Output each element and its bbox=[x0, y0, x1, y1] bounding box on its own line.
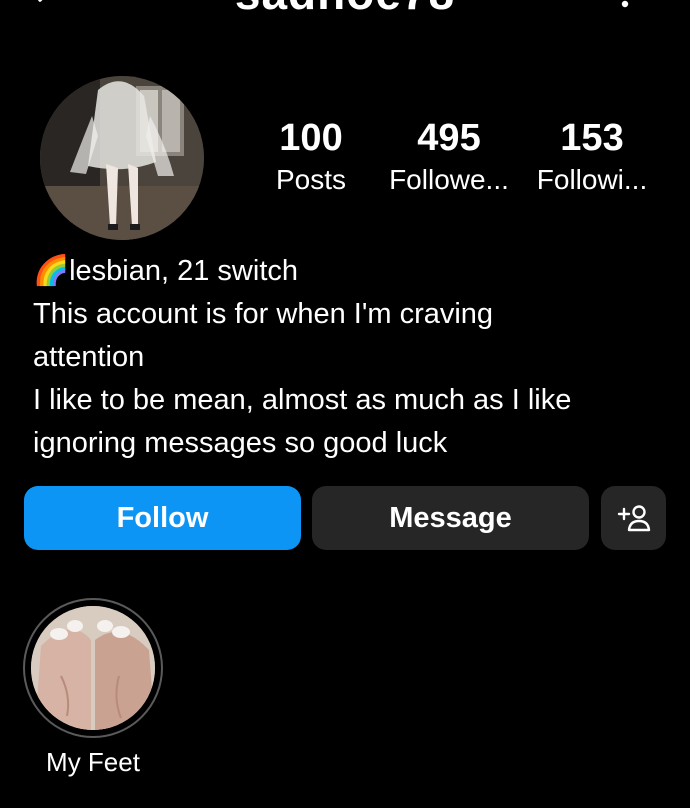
follow-button[interactable]: Follow bbox=[24, 486, 301, 550]
stat-following-label: Followi... bbox=[536, 164, 648, 195]
add-person-icon bbox=[617, 505, 650, 532]
highlight-cover-photo bbox=[31, 606, 155, 730]
stat-followers-label: Followe... bbox=[389, 164, 509, 195]
stat-following[interactable]: 153 Followi... bbox=[522, 116, 662, 200]
stat-followers[interactable]: 495 Followe... bbox=[379, 116, 519, 200]
top-bar: sadnoe78 bbox=[0, 0, 690, 20]
stat-posts[interactable]: 100 Posts bbox=[241, 116, 381, 200]
story-highlight[interactable] bbox=[23, 598, 163, 738]
profile-stats: 100 Posts 495 Followe... 153 Followi... bbox=[262, 116, 662, 212]
message-button[interactable]: Message bbox=[312, 486, 589, 550]
bio-line-5: ignoring messages so good luck bbox=[33, 427, 448, 459]
highlight-cover bbox=[31, 606, 155, 730]
profile-username: sadnoe78 bbox=[0, 0, 690, 16]
stat-followers-count: 495 bbox=[417, 117, 481, 159]
more-vertical-icon[interactable] bbox=[620, 0, 630, 16]
rainbow-emoji: 🌈 bbox=[33, 255, 70, 287]
bio-line-1: 🌈lesbian, 21 switch bbox=[33, 250, 653, 293]
bio-line-2: This account is for when I'm craving bbox=[33, 298, 494, 330]
bio-line-1-text: lesbian, 21 switch bbox=[69, 255, 299, 287]
stat-following-count: 153 bbox=[560, 117, 624, 159]
avatar-photo bbox=[40, 76, 204, 240]
profile-bio: 🌈lesbian, 21 switch This account is for … bbox=[33, 250, 653, 465]
follow-button-label: Follow bbox=[116, 501, 209, 534]
suggested-accounts-button[interactable] bbox=[601, 486, 666, 550]
stat-posts-label: Posts bbox=[275, 164, 347, 195]
stat-posts-count: 100 bbox=[279, 117, 343, 159]
profile-avatar[interactable] bbox=[40, 76, 204, 240]
message-button-label: Message bbox=[389, 501, 512, 534]
bio-line-4: I like to be mean, almost as much as I l… bbox=[33, 384, 572, 416]
highlight-label: My Feet bbox=[46, 747, 140, 777]
bio-line-3: attention bbox=[33, 341, 145, 373]
